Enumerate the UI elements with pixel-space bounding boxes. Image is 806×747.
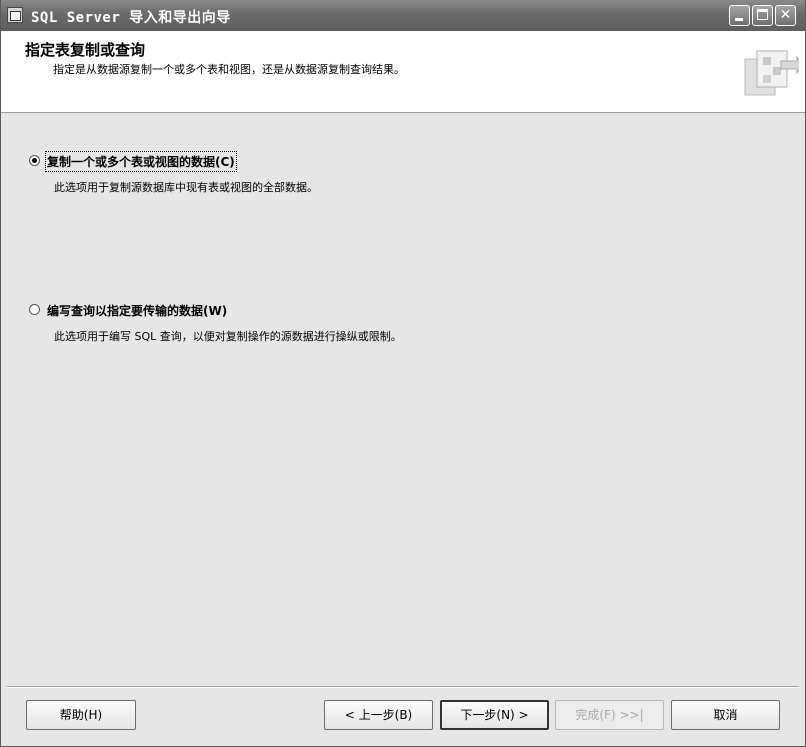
- option-write-query-label[interactable]: 编写查询以指定要传输的数据(W): [47, 302, 227, 319]
- back-button[interactable]: < 上一步(B): [324, 700, 433, 730]
- wizard-graphic-icon: [744, 50, 799, 96]
- minimize-button[interactable]: [729, 5, 750, 26]
- app-window-icon: [7, 7, 23, 23]
- wizard-content: 复制一个或多个表或视图的数据(C) 此选项用于复制源数据库中现有表或视图的全部数…: [1, 113, 805, 673]
- page-title: 指定表复制或查询: [25, 41, 146, 59]
- footer-divider: [7, 686, 799, 688]
- window-title: SQL Server 导入和导出向导: [31, 10, 231, 26]
- option-copy-tables-label[interactable]: 复制一个或多个表或视图的数据(C): [45, 151, 237, 172]
- finish-button[interactable]: 完成(F) >>|: [555, 700, 664, 730]
- maximize-button[interactable]: [752, 5, 773, 26]
- next-button[interactable]: 下一步(N) >: [440, 700, 549, 730]
- wizard-header: 指定表复制或查询 指定是从数据源复制一个或多个表和视图，还是从数据源复制查询结果…: [1, 31, 805, 113]
- radio-write-query[interactable]: [29, 304, 40, 315]
- option-write-query-description: 此选项用于编写 SQL 查询，以便对复制操作的源数据进行操纵或限制。: [54, 330, 402, 343]
- cancel-button[interactable]: 取消: [671, 700, 780, 730]
- title-bar[interactable]: SQL Server 导入和导出向导 ✕: [1, 0, 805, 31]
- radio-copy-tables[interactable]: [29, 155, 40, 166]
- page-subtitle: 指定是从数据源复制一个或多个表和视图，还是从数据源复制查询结果。: [53, 63, 405, 76]
- option-copy-tables-description: 此选项用于复制源数据库中现有表或视图的全部数据。: [54, 181, 318, 194]
- help-button[interactable]: 帮助(H): [26, 700, 136, 730]
- wizard-window: SQL Server 导入和导出向导 ✕ 指定表复制或查询 指定是从数据源复制一…: [0, 0, 806, 747]
- close-button[interactable]: ✕: [775, 5, 796, 26]
